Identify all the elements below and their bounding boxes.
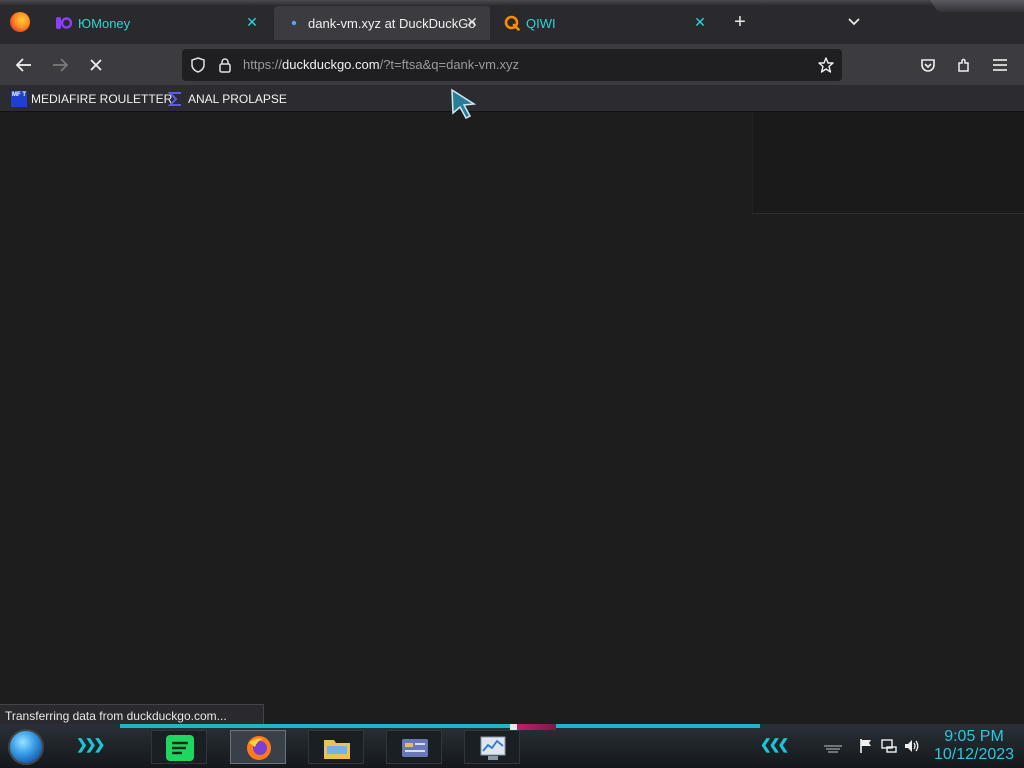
close-tab-icon[interactable]: ✕ <box>692 14 708 30</box>
forward-button[interactable] <box>49 54 71 76</box>
page-side-panel <box>752 112 1024 214</box>
yoomoney-icon <box>56 15 72 31</box>
taskbar-chevrons-right-decoration: ❮❮❮ <box>760 736 789 752</box>
sigma-icon <box>167 91 184 107</box>
lock-icon[interactable] <box>217 57 233 73</box>
monitor-chart-icon <box>479 735 507 761</box>
tab-yoomoney[interactable]: ЮMoney ✕ <box>46 6 270 40</box>
new-tab-button[interactable]: + <box>730 12 750 32</box>
tab-duckduckgo[interactable]: dank-vm.xyz at DuckDuckGo ✕ <box>274 6 490 40</box>
network-icon[interactable] <box>881 738 897 754</box>
taskbar-chevrons-left-decoration: ❯❯❯ <box>76 736 105 752</box>
back-button[interactable] <box>13 54 35 76</box>
tab-bar: ЮMoney ✕ dank-vm.xyz at DuckDuckGo ✕ QIW… <box>0 0 1024 44</box>
show-hidden-icons-icon[interactable] <box>822 738 842 754</box>
tab-qiwi[interactable]: QIWI ✕ <box>494 6 718 40</box>
qiwi-icon <box>504 15 520 31</box>
url-scheme: https:// <box>243 57 283 72</box>
pocket-button[interactable] <box>917 54 939 76</box>
tab-title: dank-vm.xyz at DuckDuckGo <box>308 15 476 31</box>
status-panel: Transferring data from duckduckgo.com... <box>0 704 264 726</box>
tab-title: ЮMoney <box>78 15 131 31</box>
bookmark-mediafire-rouletter[interactable]: MF T MEDIAFIRE ROULETTER <box>11 89 172 109</box>
close-tab-icon[interactable]: ✕ <box>244 14 260 30</box>
bookmark-label: MEDIAFIRE ROULETTER <box>31 92 173 106</box>
bookmarks-toolbar: MF T MEDIAFIRE ROULETTER ANAL PROLAPSE <box>0 85 1024 112</box>
taskbar-app-firefox[interactable] <box>230 730 286 764</box>
volume-icon[interactable] <box>904 738 920 754</box>
close-tab-icon[interactable]: ✕ <box>464 14 480 30</box>
tab-title: QIWI <box>526 15 556 31</box>
bookmark-label: ANAL PROLAPSE <box>188 92 287 106</box>
clock-date: 10/12/2023 <box>933 746 1015 763</box>
start-button[interactable] <box>8 729 44 765</box>
app-menu-button[interactable] <box>989 54 1011 76</box>
shield-icon[interactable] <box>190 57 206 73</box>
system-clock[interactable]: 9:05 PM 10/12/2023 <box>928 728 1020 764</box>
bookmark-star-icon[interactable] <box>818 57 834 73</box>
taskbar: ❯❯❯ ❮❮❮ <box>0 724 1024 768</box>
folder-icon <box>323 735 351 761</box>
firefox-icon <box>245 735 273 761</box>
url-path: /?t=ftsa&q=dank-vm.xyz <box>379 57 520 72</box>
mouse-cursor-icon <box>450 88 478 120</box>
bookmark-anal-prolapse[interactable]: ANAL PROLAPSE <box>167 89 287 109</box>
flag-icon[interactable] <box>858 738 874 754</box>
taskbar-accent-line <box>120 724 760 728</box>
address-bar[interactable]: https://duckduckgo.com/?t=ftsa&q=dank-vm… <box>182 49 842 81</box>
taskbar-app-resource-monitor[interactable] <box>464 730 520 764</box>
window-frame-corner <box>930 0 1024 12</box>
clock-time: 9:05 PM <box>944 728 1004 745</box>
firefox-menu-icon[interactable] <box>10 12 30 32</box>
extensions-button[interactable] <box>953 54 975 76</box>
list-all-tabs-chevron-icon[interactable] <box>846 14 862 30</box>
spotify-icon <box>166 735 194 761</box>
mft-icon: MF T <box>11 91 27 107</box>
control-panel-icon <box>401 735 429 761</box>
url-text[interactable]: https://duckduckgo.com/?t=ftsa&q=dank-vm… <box>243 57 519 72</box>
taskbar-app-file-explorer[interactable] <box>308 730 364 764</box>
loading-dot-icon <box>286 15 302 31</box>
stop-loading-button[interactable] <box>85 54 107 76</box>
taskbar-app-spotify[interactable] <box>151 730 207 764</box>
url-host: duckduckgo.com <box>282 57 380 72</box>
taskbar-app-control-panel[interactable] <box>386 730 442 764</box>
